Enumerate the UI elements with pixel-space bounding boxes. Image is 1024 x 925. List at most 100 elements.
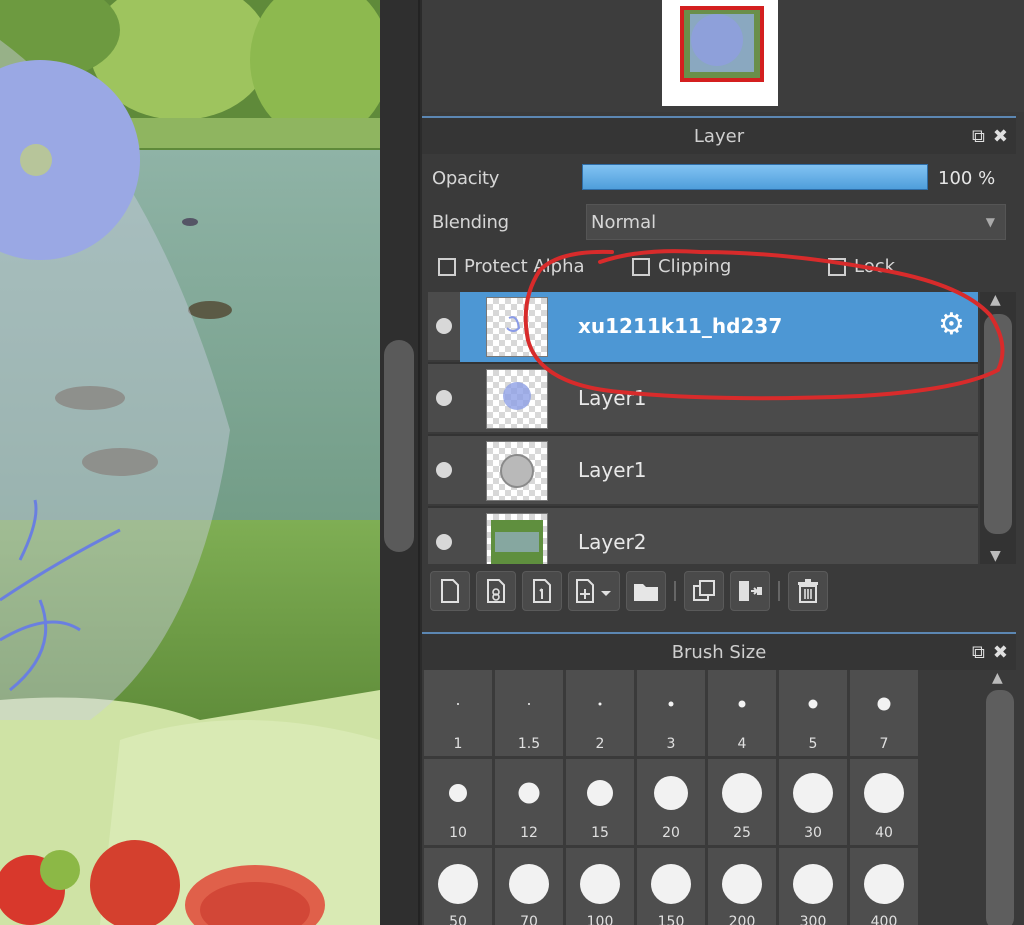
layer-name: xu1211k11_hd237 [578, 314, 783, 338]
layer-scrollbar-thumb[interactable] [984, 314, 1012, 534]
brush-size-preview-dot [509, 864, 549, 904]
brush-size-preview-dot [518, 782, 540, 804]
brush-size-value: 200 [728, 914, 756, 925]
layer-row[interactable]: Layer1 [428, 364, 978, 434]
brush-size-cell[interactable]: 300 [779, 848, 847, 925]
merge-layer-button[interactable] [730, 571, 770, 611]
blending-label: Blending [432, 212, 509, 233]
layer-thumbnail [486, 441, 548, 501]
brush-size-cell[interactable]: 7 [850, 670, 918, 756]
brush-size-cell[interactable]: 20 [637, 759, 705, 845]
layer-1-icon [533, 579, 551, 603]
brush-size-cell[interactable]: 150 [637, 848, 705, 925]
brush-size-cell[interactable]: 2 [566, 670, 634, 756]
layer-8-icon [487, 579, 505, 603]
brush-size-cell[interactable]: 50 [424, 848, 492, 925]
layer-name: Layer1 [578, 386, 647, 410]
brush-size-panel-title: Brush Size [671, 641, 767, 663]
blending-mode-select[interactable]: Normal ▼ [586, 204, 1006, 240]
visibility-toggle[interactable] [436, 462, 452, 478]
brush-scrollbar-thumb[interactable] [986, 690, 1014, 925]
close-icon[interactable]: ✖ [993, 126, 1008, 147]
add-layer-dropdown-button[interactable] [568, 571, 620, 611]
clipping-label: Clipping [658, 256, 732, 277]
add-layer-icon [576, 579, 611, 603]
canvas-scrollbar-thumb[interactable] [384, 340, 414, 552]
brush-size-cell[interactable]: 40 [850, 759, 918, 845]
layer-row[interactable]: Layer1 [428, 436, 978, 506]
brush-size-preview-dot [808, 699, 818, 709]
visibility-toggle[interactable] [436, 390, 452, 406]
brush-size-cell[interactable]: 5 [779, 670, 847, 756]
brush-size-cell[interactable]: 70 [495, 848, 563, 925]
side-panel: Layer ⧉ ✖ Opacity 100 % Blending Normal … [422, 0, 1024, 925]
layer-list-scrollbar[interactable]: ▲ ▼ [980, 292, 1016, 564]
brush-size-panel-header: Brush Size ⧉ ✖ [422, 632, 1016, 670]
visibility-toggle[interactable] [436, 534, 452, 550]
brush-size-value: 5 [808, 736, 818, 752]
popout-icon[interactable]: ⧉ [972, 126, 985, 147]
brush-size-cell[interactable]: 4 [708, 670, 776, 756]
brush-size-preview-dot [598, 702, 602, 706]
duplicate-layer-button[interactable] [684, 571, 724, 611]
lock-checkbox[interactable]: Lock [828, 256, 895, 277]
brush-size-cell[interactable]: 12 [495, 759, 563, 845]
gear-icon[interactable]: ⚙ [938, 310, 965, 340]
canvas-view[interactable] [0, 0, 380, 925]
brush-size-grid: 1 1.5 2 3 4 5 7 10 12 15 20 25 30 40 50 70 100 150 200 300 4… [424, 670, 918, 925]
brush-size-value: 25 [733, 825, 751, 841]
scroll-up-icon[interactable]: ▲ [990, 292, 1001, 308]
new-folder-button[interactable] [626, 571, 666, 611]
blending-mode-value: Normal [591, 211, 657, 233]
opacity-slider[interactable] [582, 164, 928, 190]
brush-size-cell[interactable]: 10 [424, 759, 492, 845]
brush-size-value: 30 [804, 825, 822, 841]
new-1bit-layer-button[interactable] [522, 571, 562, 611]
navigator-thumbnail[interactable] [662, 0, 778, 106]
new-8bit-layer-button[interactable] [476, 571, 516, 611]
brush-size-value: 10 [449, 825, 467, 841]
scroll-up-icon[interactable]: ▲ [992, 670, 1003, 686]
layer-row[interactable]: Layer2 [428, 508, 978, 564]
scroll-down-icon[interactable]: ▼ [990, 548, 1001, 564]
brush-grid-scrollbar[interactable]: ▲ [982, 670, 1018, 925]
canvas-vertical-scrollbar[interactable] [380, 0, 420, 925]
brush-size-cell[interactable]: 1 [424, 670, 492, 756]
protect-alpha-checkbox[interactable]: Protect Alpha [438, 256, 585, 277]
brush-size-cell[interactable]: 25 [708, 759, 776, 845]
checkbox-box[interactable] [632, 257, 650, 276]
brush-size-cell[interactable]: 3 [637, 670, 705, 756]
brush-size-cell[interactable]: 15 [566, 759, 634, 845]
brush-size-value: 12 [520, 825, 538, 841]
delete-layer-button[interactable] [788, 571, 828, 611]
brush-size-preview-dot [864, 864, 904, 904]
layer-row[interactable]: xu1211k11_hd237 ⚙ [428, 292, 978, 362]
popout-icon[interactable]: ⧉ [972, 642, 985, 663]
brush-size-cell[interactable]: 30 [779, 759, 847, 845]
close-icon[interactable]: ✖ [993, 642, 1008, 663]
lock-label: Lock [854, 256, 896, 277]
visibility-toggle[interactable] [436, 318, 452, 334]
brush-size-value: 50 [449, 914, 467, 925]
brush-size-cell[interactable]: 100 [566, 848, 634, 925]
brush-size-value: 150 [657, 914, 685, 925]
brush-size-value: 40 [875, 825, 893, 841]
brush-size-value: 1 [453, 736, 463, 752]
toolbar-divider [674, 581, 676, 601]
brush-size-value: 70 [520, 914, 538, 925]
new-layer-button[interactable] [430, 571, 470, 611]
layer-name: Layer2 [578, 530, 647, 554]
checkbox-box[interactable] [438, 257, 456, 276]
brush-size-cell[interactable]: 1.5 [495, 670, 563, 756]
merge-icon [739, 581, 762, 601]
new-page-icon [441, 579, 459, 603]
brush-size-cell[interactable]: 400 [850, 848, 918, 925]
brush-size-value: 7 [879, 736, 889, 752]
clipping-checkbox[interactable]: Clipping [632, 256, 731, 277]
brush-size-preview-dot [587, 780, 613, 806]
brush-size-preview-dot [651, 864, 691, 904]
brush-size-cell[interactable]: 200 [708, 848, 776, 925]
layer-toolbar [430, 570, 828, 612]
checkbox-box[interactable] [828, 257, 846, 276]
brush-size-preview-dot [738, 700, 746, 708]
